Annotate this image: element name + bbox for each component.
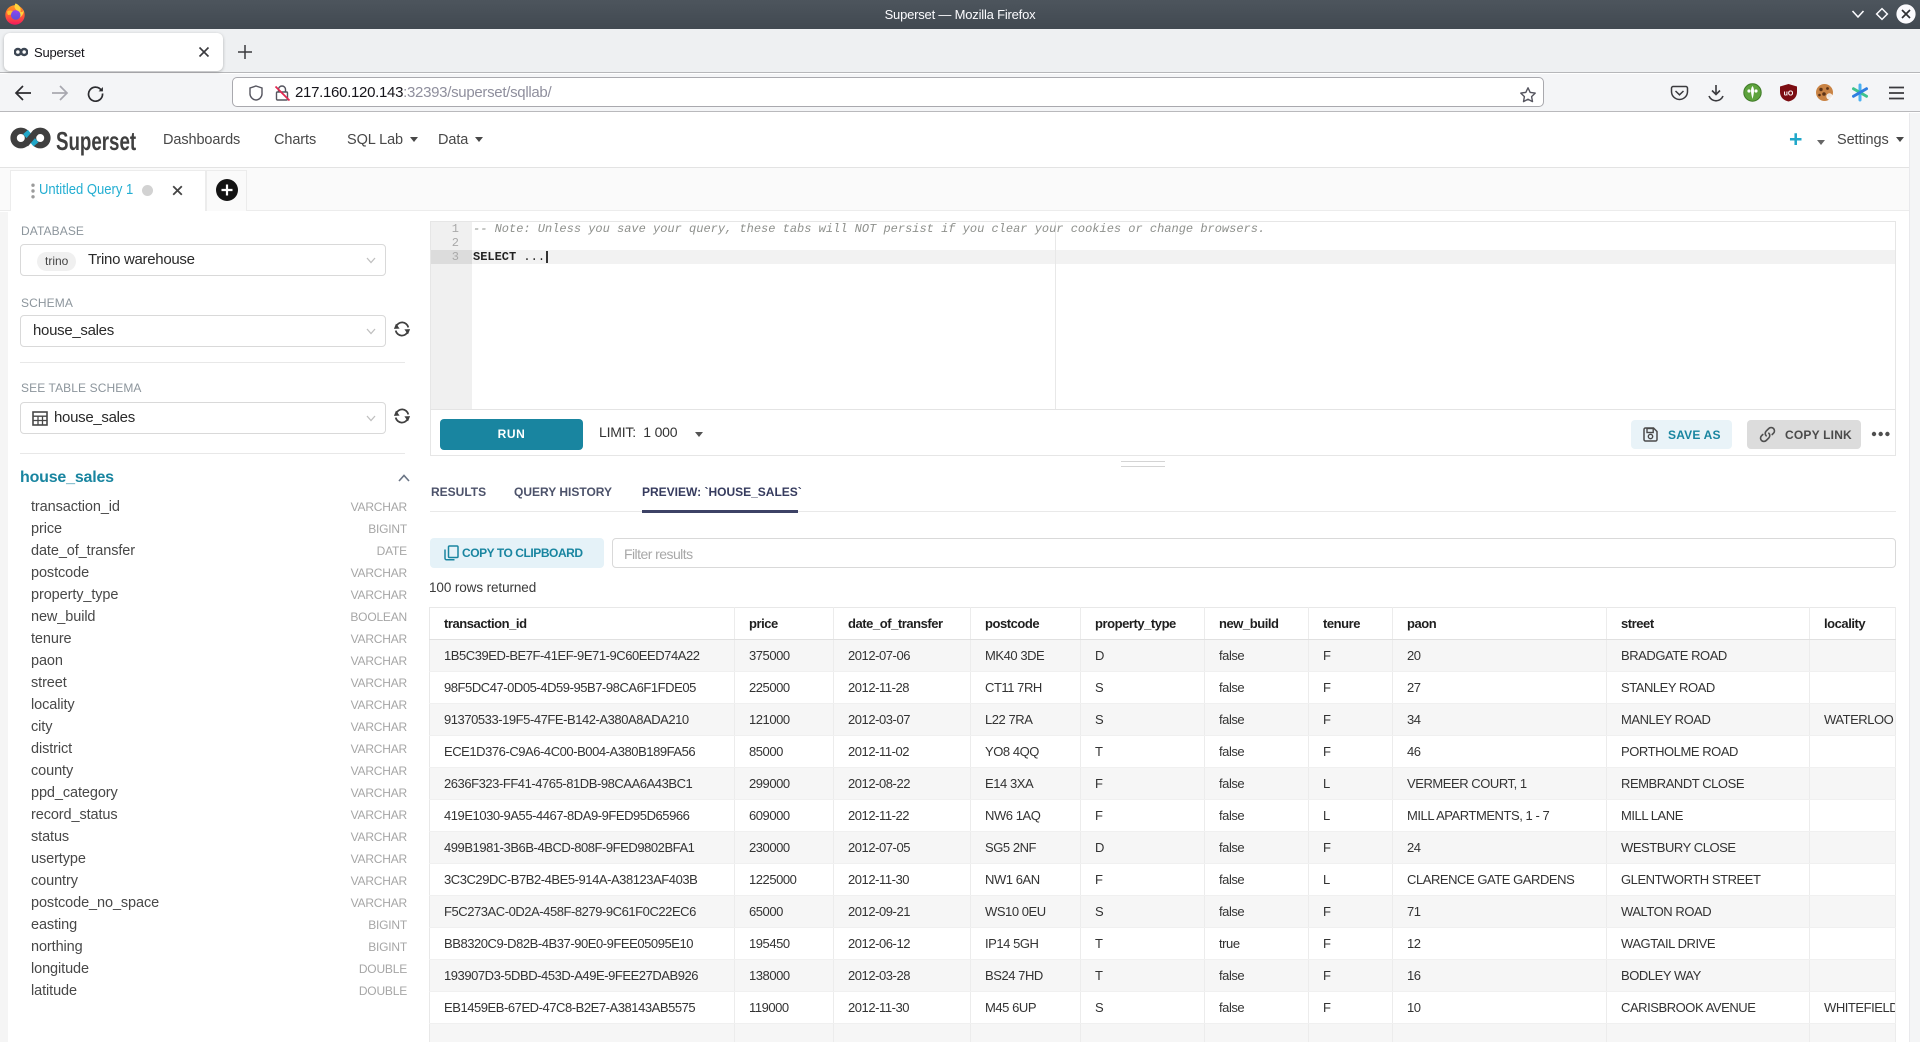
svg-text:uO: uO <box>1784 91 1794 98</box>
